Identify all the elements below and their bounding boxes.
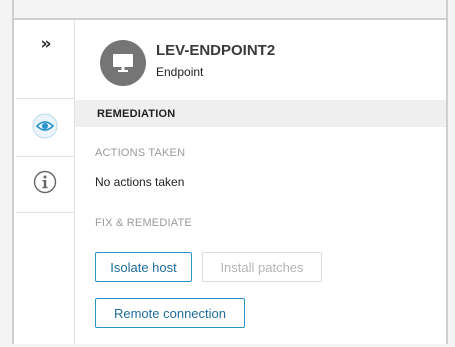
window-left-border xyxy=(0,0,14,347)
page-subtitle: Endpoint xyxy=(156,65,204,79)
info-icon xyxy=(33,170,57,199)
eye-icon xyxy=(32,113,58,144)
double-chevron-right-icon: » xyxy=(40,34,52,54)
side-rail: » xyxy=(16,20,75,344)
rail-tab-remediation[interactable] xyxy=(16,100,74,157)
monitor-icon xyxy=(100,40,146,86)
section-header-remediation: REMEDIATION xyxy=(75,100,446,127)
detail-panel: LEV-ENDPOINT2 Endpoint REMEDIATION ACTIO… xyxy=(75,20,446,344)
isolate-host-button[interactable]: Isolate host xyxy=(95,252,192,282)
app-frame: » LEV-ENDPOINT2 Endpoint REMEDIATION ACT… xyxy=(0,0,455,347)
actions-taken-value: No actions taken xyxy=(95,175,185,189)
expand-panel-button[interactable]: » xyxy=(16,20,74,99)
page-title: LEV-ENDPOINT2 xyxy=(156,42,276,59)
install-patches-button[interactable]: Install patches xyxy=(202,252,322,282)
window-top-border xyxy=(0,0,455,20)
fix-remediate-label: FIX & REMEDIATE xyxy=(95,217,192,229)
window-right-border xyxy=(446,0,455,347)
remote-connection-button[interactable]: Remote connection xyxy=(95,298,245,328)
rail-tab-info[interactable] xyxy=(16,157,74,213)
actions-taken-label: ACTIONS TAKEN xyxy=(95,147,186,159)
